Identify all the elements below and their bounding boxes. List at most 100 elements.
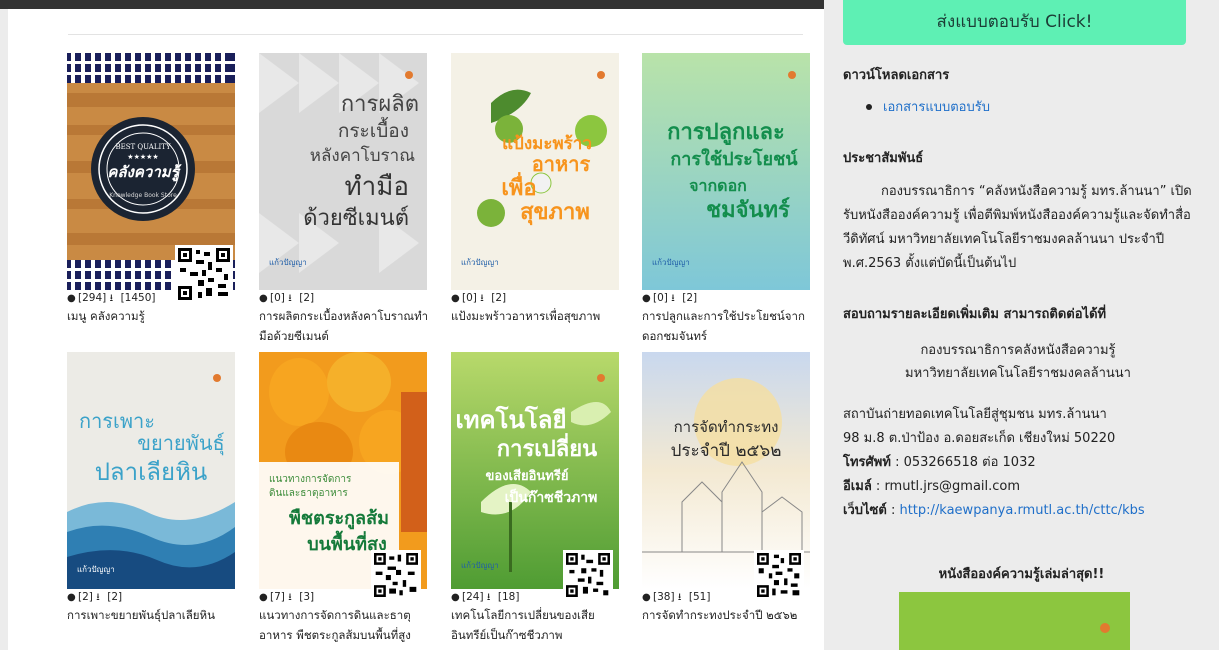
svg-text:แก้วปัญญา: แก้วปัญญา — [77, 565, 115, 574]
eye-icon: ● — [67, 293, 76, 304]
download-icon: ⭳ — [109, 293, 114, 304]
svg-text:ประจำปี ๒๕๖๒: ประจำปี ๒๕๖๒ — [671, 441, 782, 461]
svg-text:★★★★★: ★★★★★ — [127, 153, 158, 161]
eye-icon: ● — [642, 592, 651, 603]
phone-value: : 053266518 ต่อ 1032 — [890, 455, 1036, 470]
book-cover[interactable]: การผลิต กระเบื้อง หลังคาโบราณ ทำมือ ด้วย… — [259, 53, 427, 290]
svg-text:แก้วปัญญา: แก้วปัญญา — [269, 258, 307, 267]
email-value: : rmutl.jrs@gmail.com — [871, 479, 1021, 494]
email-label: อีเมล์ — [843, 479, 872, 494]
svg-text:หลังคาโบราณ: หลังคาโบราณ — [310, 145, 415, 166]
svg-text:การผลิต: การผลิต — [341, 92, 419, 117]
eye-icon: ● — [451, 592, 460, 603]
svg-text:ทำมือ: ทำมือ — [345, 172, 410, 202]
book-stats: ● [0] ⭳ [2] — [642, 292, 698, 304]
eye-icon: ● — [451, 293, 460, 304]
book-title-link[interactable]: การปลูกและการใช้ประโยชน์จากดอกชมจันทร์ — [642, 306, 820, 346]
svg-text:ขยายพันธุ์: ขยายพันธุ์ — [137, 431, 224, 456]
website-label: เว็บไซต์ — [843, 503, 887, 518]
svg-text:แนวทางการจัดการ: แนวทางการจัดการ — [269, 474, 352, 485]
left-gutter — [0, 9, 8, 650]
svg-text:การใช้ประโยชน์: การใช้ประโยชน์ — [670, 148, 798, 170]
org-name-line1: กองบรรณาธิการคลังหนังสือความรู้ — [920, 343, 1116, 358]
sidebar: ส่งแบบตอบรับ Click! ดาวน์โหลดเอกสาร เอกส… — [824, 0, 1219, 650]
download-icon: ⭳ — [96, 592, 100, 603]
book-cover[interactable]: การปลูกและ การใช้ประโยชน์ จากดอก ชมจันทร… — [642, 53, 810, 290]
download-icon: ⭳ — [288, 293, 292, 304]
website-line: เว็บไซต์ : http://kaewpanya.rmutl.ac.th/… — [843, 503, 1145, 518]
qr-code-icon — [563, 550, 613, 604]
svg-text:แก้วปัญญา: แก้วปัญญา — [652, 258, 690, 267]
bullet-icon — [866, 104, 872, 110]
svg-text:การจัดทำกระทง: การจัดทำกระทง — [674, 418, 779, 436]
book-title-link[interactable]: เทคโนโลยีการเปลี่ยนของเสียอินทรีย์เป็นก๊… — [451, 605, 629, 645]
latest-books-heading: หนังสือองค์ความรู้เล่มล่าสุด!! — [938, 567, 1105, 582]
svg-text:แก้วปัญญา: แก้วปัญญา — [461, 561, 499, 570]
section-divider — [68, 34, 803, 35]
address-line2: 98 ม.8 ต.ป่าป้อง อ.ดอยสะเก็ด เชียงใหม่ 5… — [843, 431, 1116, 446]
svg-text:แป้งมะพร้าว: แป้งมะพร้าว — [502, 134, 592, 154]
svg-text:ของเสียอินทรีย์: ของเสียอินทรีย์ — [486, 468, 569, 484]
book-stats: ● [294] ⭳ [1450] — [67, 292, 156, 304]
eye-icon: ● — [259, 592, 268, 603]
svg-text:ชมจันทร์: ชมจันทร์ — [706, 197, 790, 223]
book-cover[interactable]: แป้งมะพร้าว อาหาร เพื่อ สุขภาพ แก้วปัญญา — [451, 53, 619, 290]
book-title-link[interactable]: แนวทางการจัดการดินและธาตุอาหาร พืชตระกูล… — [259, 605, 437, 645]
phone-label: โทรศัพท์ — [843, 455, 891, 470]
address-line1: สถาบันถ่ายทอดเทคโนโลยีสู่ชุมชน มทร.ล้านน… — [843, 407, 1107, 422]
svg-text:Knowledge Book Store: Knowledge Book Store — [109, 192, 177, 199]
svg-text:กระเบื้อง: กระเบื้อง — [338, 117, 409, 142]
book-cover[interactable]: การเพาะ ขยายพันธุ์ ปลาเลียหิน แก้วปัญญา — [67, 352, 235, 589]
book-grid-panel: BEST QUALITY ★★★★★ คลังความรู้ Knowledge… — [8, 9, 824, 650]
contact-heading: สอบถามรายละเอียดเพิ่มเติม สามารถติดต่อได… — [843, 307, 1107, 322]
book-title-link[interactable]: การผลิตกระเบื้องหลังคาโบราณทำมือด้วยซีเม… — [259, 306, 437, 346]
pr-body: กองบรรณาธิการ “คลังหนังสือความรู้ มทร.ล้… — [843, 184, 1192, 271]
download-icon: ⭳ — [288, 592, 292, 603]
svg-text:อาหาร: อาหาร — [532, 152, 591, 176]
svg-text:สุขภาพ: สุขภาพ — [520, 200, 590, 226]
eye-icon: ● — [259, 293, 268, 304]
eye-icon: ● — [67, 592, 76, 603]
book-stats: ● [2] ⭳ [2] — [67, 591, 123, 603]
svg-text:เทคโนโลยี: เทคโนโลยี — [455, 405, 566, 434]
download-icon: ⭳ — [486, 592, 491, 603]
latest-book-thumbnail[interactable] — [899, 592, 1130, 650]
download-icon: ⭳ — [671, 293, 675, 304]
download-heading: ดาวน์โหลดเอกสาร — [843, 68, 950, 83]
book-stats: ● [0] ⭳ [2] — [451, 292, 507, 304]
book-title-link[interactable]: แป้งมะพร้าวอาหารเพื่อสุขภาพ — [451, 306, 629, 326]
org-name-line2: มหาวิทยาลัยเทคโนโลยีราชมงคลล้านนา — [905, 366, 1131, 381]
svg-text:ด้วยซีเมนต์: ด้วยซีเมนต์ — [303, 206, 409, 231]
book-stats: ● [0] ⭳ [2] — [259, 292, 315, 304]
svg-text:การเปลี่ยน: การเปลี่ยน — [497, 432, 597, 462]
book-title-link[interactable]: การเพาะขยายพันธุ์ปลาเลียหิน — [67, 605, 245, 625]
svg-text:ดินและธาตุอาหาร: ดินและธาตุอาหาร — [269, 488, 348, 499]
book-stats: ● [7] ⭳ [3] — [259, 591, 315, 603]
download-icon: ⭳ — [480, 293, 484, 304]
qr-code-icon — [371, 550, 421, 604]
svg-text:คลังความรู้: คลังความรู้ — [107, 163, 182, 182]
svg-text:การเพาะ: การเพาะ — [79, 409, 155, 433]
svg-text:แก้วปัญญา: แก้วปัญญา — [461, 258, 499, 267]
download-document-link[interactable]: เอกสารแบบตอบรับ — [883, 96, 1183, 120]
svg-text:เพื่อ: เพื่อ — [501, 171, 536, 201]
book-title-link[interactable]: การจัดทำกระทงประจำปี ๒๕๖๒ — [642, 605, 820, 625]
book-title-link[interactable]: เมนู คลังความรู้ — [67, 306, 245, 326]
svg-text:ปลาเลียหิน: ปลาเลียหิน — [95, 458, 208, 486]
phone-line: โทรศัพท์ : 053266518 ต่อ 1032 — [843, 451, 1193, 475]
book-stats: ● [38] ⭳ [51] — [642, 591, 711, 603]
email-line: อีเมล์ : rmutl.jrs@gmail.com — [843, 475, 1193, 499]
svg-text:BEST QUALITY: BEST QUALITY — [115, 143, 171, 151]
qr-code-icon — [754, 550, 804, 604]
svg-text:พืชตระกูลส้ม: พืชตระกูลส้ม — [289, 508, 389, 530]
svg-text:จากดอก: จากดอก — [689, 176, 747, 195]
pr-heading: ประชาสัมพันธ์ — [843, 151, 924, 166]
qr-code-icon — [175, 245, 233, 307]
submit-response-button[interactable]: ส่งแบบตอบรับ Click! — [843, 0, 1186, 45]
book-stats: ● [24] ⭳ [18] — [451, 591, 520, 603]
eye-icon: ● — [642, 293, 651, 304]
svg-text:เป็นก๊าซชีวภาพ: เป็นก๊าซชีวภาพ — [505, 488, 598, 506]
download-icon: ⭳ — [677, 592, 682, 603]
svg-text:การปลูกและ: การปลูกและ — [667, 120, 785, 146]
website-link[interactable]: http://kaewpanya.rmutl.ac.th/cttc/kbs — [899, 503, 1144, 518]
